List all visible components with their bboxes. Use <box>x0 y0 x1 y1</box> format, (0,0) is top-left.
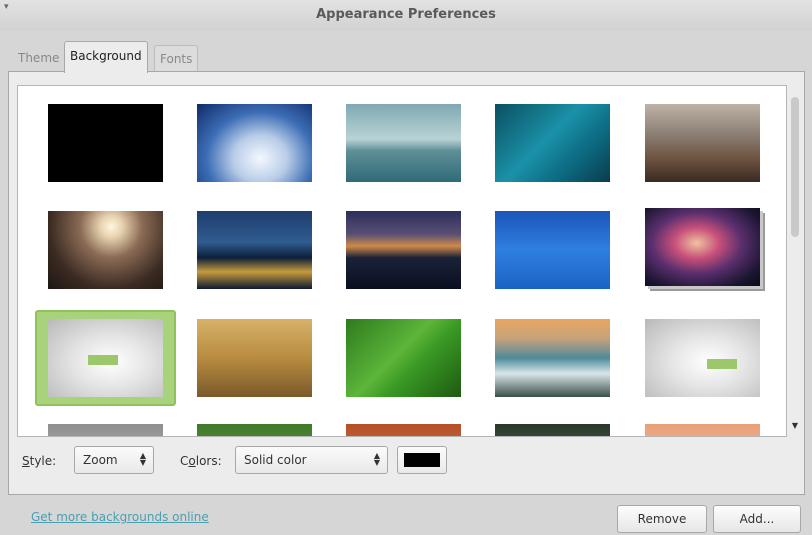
style-label: Style: <box>22 454 57 468</box>
tab-fonts[interactable]: Fonts <box>154 45 199 71</box>
wallpaper-thumb-partial-orange[interactable] <box>346 424 461 436</box>
wallpaper-thumb-bridge-city[interactable] <box>645 104 760 182</box>
tab-theme[interactable]: Theme <box>13 45 64 71</box>
wallpaper-gallery[interactable] <box>17 85 787 437</box>
color-picker-button[interactable] <box>397 446 447 474</box>
wallpaper-thumb-blue-surface[interactable] <box>495 211 610 289</box>
spin-arrows-icon: ▲ ▼ <box>139 451 147 467</box>
wallpaper-thumb-partial-dark[interactable] <box>495 424 610 436</box>
wallpaper-thumb-sea-rocks[interactable] <box>495 319 610 397</box>
style-select[interactable]: Zoom ▲ ▼ <box>74 446 154 474</box>
style-select-value: Zoom <box>83 453 118 467</box>
spin-arrows-icon: ▲ ▼ <box>373 451 381 467</box>
wallpaper-thumb-black[interactable] <box>48 104 163 182</box>
colors-label: Colors: <box>180 454 222 468</box>
wallpaper-thumb-mint-logo-selected[interactable] <box>35 310 176 406</box>
remove-button[interactable]: Remove <box>617 505 707 533</box>
scrollbar-thumb[interactable] <box>791 97 799 237</box>
wallpaper-thumb-green-leaf[interactable] <box>346 319 461 397</box>
wallpaper-thumb-blue-water[interactable] <box>495 104 610 182</box>
wallpaper-thumb-clouds[interactable] <box>197 104 312 182</box>
gallery-scrollbar[interactable]: ▼ <box>788 85 802 437</box>
wallpaper-thumb-sunset-river[interactable] <box>48 211 163 289</box>
wallpaper-thumb-mint-logo[interactable] <box>645 319 760 397</box>
wallpaper-thumb-partial-green[interactable] <box>197 424 312 436</box>
mint-logo-icon <box>707 359 737 369</box>
mint-logo-icon <box>88 355 118 365</box>
title-bar: ▾ Appearance Preferences <box>0 0 812 30</box>
get-more-backgrounds-link[interactable]: Get more backgrounds online <box>31 510 209 524</box>
colors-select[interactable]: Solid color ▲ ▼ <box>235 446 388 474</box>
add-button[interactable]: Add... <box>713 505 801 533</box>
wallpaper-thumb-city-night[interactable] <box>346 211 461 289</box>
scroll-down-arrow-icon[interactable]: ▼ <box>791 421 799 431</box>
wallpaper-thumb-misty-lake[interactable] <box>346 104 461 182</box>
wallpaper-thumb-night-bridge[interactable] <box>197 211 312 289</box>
wallpaper-thumb-partial-peach[interactable] <box>645 424 760 436</box>
colors-select-value: Solid color <box>244 453 307 467</box>
wallpaper-thumb-wheat[interactable] <box>197 319 312 397</box>
window-title: Appearance Preferences <box>316 7 496 22</box>
wallpaper-thumb-partial-grey[interactable] <box>48 424 163 436</box>
color-swatch <box>404 453 440 467</box>
tab-background[interactable]: Background <box>64 41 148 73</box>
wallpaper-thumb-orion-nebula[interactable] <box>645 208 760 286</box>
